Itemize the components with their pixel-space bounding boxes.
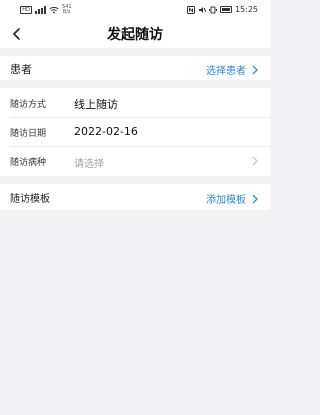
select-patient-button[interactable]: 选择患者: [206, 62, 258, 77]
followup-date-value: 2022-02-16: [74, 125, 138, 138]
page-title: 发起随访: [107, 27, 163, 43]
mute-icon: [198, 6, 206, 13]
signal-icon: [35, 6, 46, 14]
patient-row[interactable]: 患者 选择患者: [0, 56, 270, 80]
nfc-icon: [186, 5, 195, 14]
followup-disease-label: 随访病种: [10, 158, 47, 168]
divider: [10, 117, 270, 118]
template-row[interactable]: 随访模板 添加模板: [0, 184, 270, 210]
network-type-icon: HD: [20, 6, 32, 14]
followup-disease-row[interactable]: 随访病种 请选择: [0, 148, 270, 174]
battery-icon: [219, 6, 232, 13]
status-right-group: 15:25: [186, 5, 258, 14]
wifi-icon: [49, 6, 59, 14]
followup-method-row[interactable]: 随访方式 线上随访: [0, 90, 270, 116]
back-arrow-icon[interactable]: [8, 24, 26, 44]
followup-disease-placeholder: 请选择: [74, 159, 104, 170]
followup-method-label: 随访方式: [10, 100, 47, 110]
followup-date-label: 随访日期: [10, 129, 47, 139]
divider: [10, 146, 270, 147]
followup-date-row[interactable]: 随访日期 2022-02-16: [0, 119, 270, 145]
template-label: 随访模板: [10, 194, 50, 205]
add-template-button[interactable]: 添加模板: [206, 191, 258, 206]
chevron-right-icon: [252, 194, 258, 203]
status-time: 15:25: [234, 5, 258, 14]
select-patient-label: 选择患者: [206, 66, 246, 77]
chevron-right-icon: [252, 65, 258, 74]
followup-method-value: 线上随访: [74, 98, 118, 111]
chevron-right-icon: [252, 156, 258, 166]
patient-label: 患者: [10, 63, 32, 76]
followup-form: 随访方式 线上随访 随访日期 2022-02-16 随访病种 请选择: [0, 88, 270, 176]
vibrate-icon: [208, 6, 217, 13]
status-left-group: HD 541 B/s: [20, 5, 72, 15]
status-bar: HD 541 B/s 15:25: [0, 0, 270, 20]
add-template-label: 添加模板: [206, 195, 246, 206]
net-speed: 541 B/s: [62, 4, 72, 15]
nav-bar: 发起随访: [0, 20, 270, 48]
